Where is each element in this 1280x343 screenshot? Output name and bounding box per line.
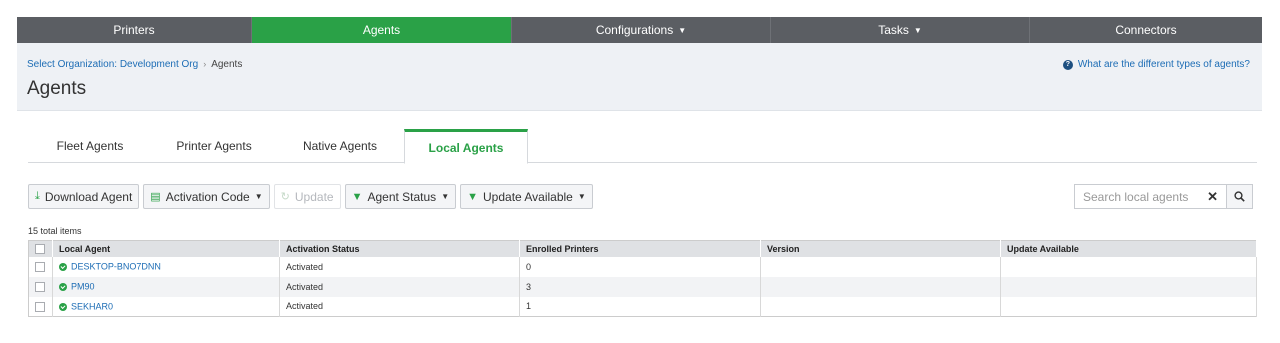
update-button[interactable]: ↻ Update bbox=[273, 184, 341, 209]
page-header: Select Organization: Development Org › Age… bbox=[17, 43, 1262, 111]
activation-cell: Activated bbox=[279, 296, 520, 317]
agent-status-label: Agent Status bbox=[367, 189, 437, 204]
nav-printers-label: Printers bbox=[113, 23, 155, 37]
agent-link[interactable]: DESKTOP-BNO7DNN bbox=[71, 262, 161, 272]
update-label: Update bbox=[294, 189, 334, 204]
table-row: DESKTOP-BNO7DNN Activated 0 bbox=[28, 256, 1257, 277]
select-all-cell bbox=[28, 240, 53, 257]
col-version[interactable]: Version bbox=[760, 240, 1001, 257]
agent-cell: SEKHAR0 bbox=[52, 296, 280, 317]
agent-cell: PM90 bbox=[52, 276, 280, 297]
update-cell bbox=[1000, 256, 1257, 277]
caret-down-icon: ▼ bbox=[678, 25, 687, 35]
update-available-filter-button[interactable]: ▼ Update Available ▼ bbox=[460, 184, 593, 209]
caret-down-icon: ▼ bbox=[254, 192, 263, 201]
breadcrumb: Select Organization: Development Org › Age… bbox=[27, 59, 242, 70]
tab-fleet-agents[interactable]: Fleet Agents bbox=[28, 129, 152, 163]
nav-tasks[interactable]: Tasks ▼ bbox=[771, 17, 1030, 43]
local-agents-table: Local Agent Activation Status Enrolled P… bbox=[28, 240, 1257, 317]
document-icon: ▤ bbox=[150, 191, 161, 203]
update-available-label: Update Available bbox=[483, 189, 573, 204]
search-button[interactable] bbox=[1226, 184, 1253, 209]
chevron-right-icon: › bbox=[203, 59, 207, 69]
tab-native-agents[interactable]: Native Agents bbox=[276, 129, 404, 163]
tab-label: Local Agents bbox=[428, 140, 504, 155]
version-cell bbox=[760, 256, 1001, 277]
agent-link[interactable]: SEKHAR0 bbox=[71, 302, 113, 312]
col-activation-status[interactable]: Activation Status bbox=[279, 240, 520, 257]
activation-code-label: Activation Code bbox=[165, 189, 250, 204]
nav-tasks-label: Tasks bbox=[878, 23, 909, 37]
table-header-row: Local Agent Activation Status Enrolled P… bbox=[28, 240, 1257, 257]
row-select-cell bbox=[28, 256, 53, 277]
tab-label: Printer Agents bbox=[176, 139, 252, 153]
refresh-icon: ↻ bbox=[280, 191, 290, 203]
toolbar: ⤓ Download Agent ▤ Activation Code ▼ ↻ U… bbox=[28, 184, 597, 209]
nav-configurations[interactable]: Configurations ▼ bbox=[512, 17, 771, 43]
agent-link[interactable]: PM90 bbox=[71, 282, 95, 292]
row-checkbox[interactable] bbox=[35, 261, 45, 272]
check-circle-icon bbox=[59, 302, 67, 311]
filter-icon: ▼ bbox=[351, 190, 363, 203]
top-nav: Printers Agents Configurations ▼ Tasks ▼… bbox=[17, 17, 1262, 43]
help-link-label: What are the different types of agents? bbox=[1077, 59, 1250, 70]
agent-tabs: Fleet Agents Printer Agents Native Agent… bbox=[28, 129, 1257, 164]
nav-agents[interactable]: Agents bbox=[252, 17, 512, 43]
nav-agents-label: Agents bbox=[362, 23, 401, 37]
agent-types-help-link[interactable]: ? What are the different types of agents… bbox=[1062, 59, 1250, 70]
check-circle-icon bbox=[59, 262, 67, 271]
agent-status-filter-button[interactable]: ▼ Agent Status ▼ bbox=[344, 184, 457, 209]
nav-configurations-label: Configurations bbox=[595, 23, 674, 37]
search-icon bbox=[1234, 191, 1245, 202]
caret-down-icon: ▼ bbox=[441, 192, 450, 201]
activation-code-button[interactable]: ▤ Activation Code ▼ bbox=[143, 184, 270, 209]
tab-printer-agents[interactable]: Printer Agents bbox=[152, 129, 276, 163]
search-group: ✕ bbox=[1074, 184, 1253, 209]
tab-label: Native Agents bbox=[302, 139, 378, 153]
update-cell bbox=[1000, 276, 1257, 297]
tab-local-agents[interactable]: Local Agents bbox=[404, 129, 528, 164]
tab-label: Fleet Agents bbox=[56, 139, 124, 153]
update-cell bbox=[1000, 296, 1257, 317]
row-select-cell bbox=[28, 276, 53, 297]
row-select-cell bbox=[28, 296, 53, 317]
caret-down-icon: ▼ bbox=[577, 192, 586, 201]
table-row: PM90 Activated 3 bbox=[28, 276, 1257, 297]
clear-icon[interactable]: ✕ bbox=[1207, 189, 1218, 205]
col-update-available[interactable]: Update Available bbox=[1000, 240, 1257, 257]
nav-connectors[interactable]: Connectors bbox=[1030, 17, 1262, 43]
select-all-checkbox[interactable] bbox=[35, 244, 45, 255]
nav-printers[interactable]: Printers bbox=[17, 17, 252, 43]
breadcrumb-org-link[interactable]: Select Organization: Development Org bbox=[27, 59, 198, 70]
caret-down-icon: ▼ bbox=[913, 25, 922, 35]
nav-connectors-label: Connectors bbox=[1115, 23, 1177, 37]
search-input[interactable] bbox=[1083, 189, 1206, 204]
row-checkbox[interactable] bbox=[35, 301, 45, 312]
col-local-agent[interactable]: Local Agent bbox=[52, 240, 280, 257]
breadcrumb-current: Agents bbox=[211, 59, 243, 70]
col-enrolled-printers[interactable]: Enrolled Printers bbox=[519, 240, 761, 257]
agent-cell: DESKTOP-BNO7DNN bbox=[52, 256, 280, 277]
version-cell bbox=[760, 296, 1001, 317]
enrolled-cell: 0 bbox=[519, 256, 761, 277]
download-icon: ⤓ bbox=[35, 190, 40, 202]
enrolled-cell: 1 bbox=[519, 296, 761, 317]
version-cell bbox=[760, 276, 1001, 297]
activation-cell: Activated bbox=[279, 256, 520, 277]
total-items: 15 total items bbox=[28, 226, 82, 236]
table-row: SEKHAR0 Activated 1 bbox=[28, 296, 1257, 317]
check-circle-icon bbox=[59, 282, 67, 291]
row-checkbox[interactable] bbox=[35, 281, 45, 292]
activation-cell: Activated bbox=[279, 276, 520, 297]
page-title: Agents bbox=[27, 78, 87, 99]
enrolled-cell: 3 bbox=[519, 276, 761, 297]
download-agent-label: Download Agent bbox=[44, 189, 133, 204]
filter-icon: ▼ bbox=[467, 190, 478, 203]
download-agent-button[interactable]: ⤓ Download Agent bbox=[28, 184, 140, 209]
question-circle-icon: ? bbox=[1062, 59, 1073, 70]
search-box: ✕ bbox=[1074, 184, 1226, 209]
